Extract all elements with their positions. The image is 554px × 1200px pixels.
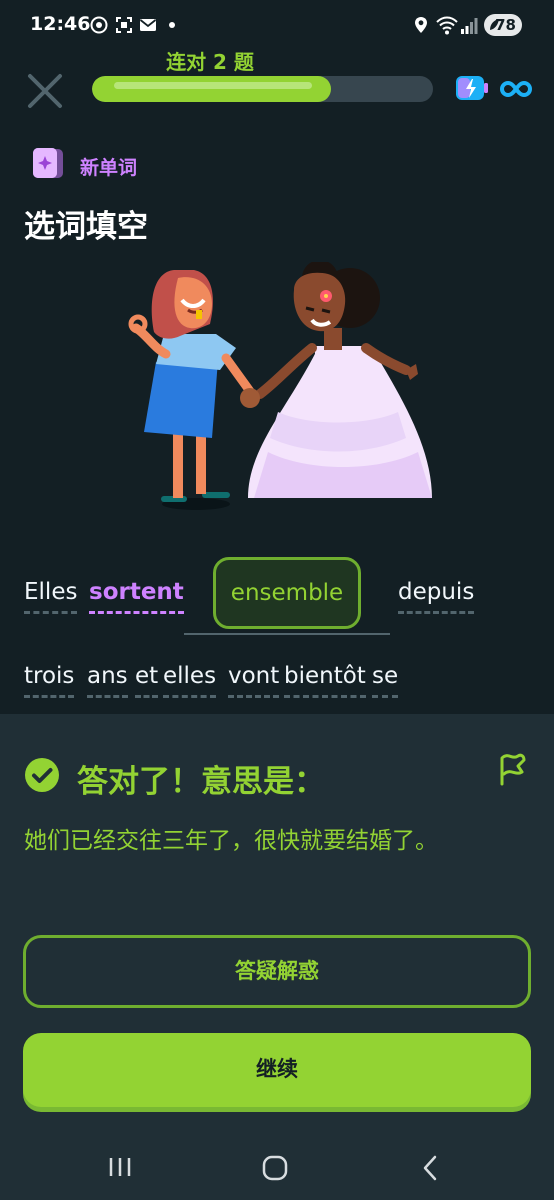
word-text: et: [135, 663, 159, 689]
focus-mode-icon: [90, 16, 108, 34]
word-text: ans: [87, 663, 128, 689]
sentence-word[interactable]: ans: [87, 663, 128, 698]
signal-icon: [461, 18, 478, 34]
battery-saver-icon: [490, 19, 499, 30]
location-icon: [415, 17, 427, 33]
nav-back-icon[interactable]: [420, 1154, 440, 1182]
explain-button[interactable]: 答疑解惑: [23, 935, 531, 1008]
close-icon[interactable]: [26, 72, 64, 110]
sentence-word[interactable]: et: [135, 663, 159, 698]
sentence-word[interactable]: depuis: [398, 579, 475, 614]
progress-shine: [114, 82, 312, 89]
word-text: se: [372, 663, 399, 689]
battery-indicator: 78: [484, 14, 522, 36]
system-nav-bar: [0, 1134, 554, 1200]
sentence-word[interactable]: Elles: [24, 579, 78, 614]
word-text: elles: [163, 663, 217, 689]
sentence-word[interactable]: trois: [24, 663, 75, 698]
status-time: 12:46: [30, 13, 91, 35]
translation-text: 她们已经交往三年了，很快就要结婚了。: [24, 828, 438, 854]
streak-label: 连对 2 题: [166, 50, 254, 74]
status-bar: 12:46 78: [0, 0, 554, 52]
word-text: vont: [228, 663, 280, 689]
report-flag-icon[interactable]: [498, 752, 528, 786]
correct-heading: 答对了！意思是：: [77, 764, 325, 800]
sentence-word[interactable]: bientôt: [284, 663, 366, 698]
sentence-word[interactable]: se: [372, 663, 399, 698]
wifi-icon: [436, 16, 458, 35]
sentence-word[interactable]: elles: [163, 663, 217, 698]
new-word-icon: [33, 148, 63, 178]
word-text: Elles: [24, 579, 78, 605]
check-circle-icon: [25, 758, 59, 792]
sentence-word[interactable]: vont: [228, 663, 280, 698]
exercise-title: 选词填空: [24, 209, 148, 245]
infinity-icon[interactable]: [500, 76, 532, 102]
word-text: bientôt: [284, 663, 366, 689]
word-text: trois: [24, 663, 75, 689]
nav-recents-icon[interactable]: [108, 1156, 132, 1178]
word-text: depuis: [398, 579, 475, 605]
selected-answer-chip[interactable]: ensemble: [213, 557, 361, 629]
screenshot-icon: [116, 17, 132, 33]
progress-fill: [92, 76, 331, 102]
sentence-word-highlighted[interactable]: sortent: [89, 579, 184, 614]
answer-blank-line: [184, 633, 390, 635]
mail-icon: [139, 19, 157, 31]
notification-dot-icon: [169, 22, 175, 28]
lesson-progress-bar: [92, 76, 433, 102]
energy-icon[interactable]: [455, 74, 489, 102]
two-women-illustration: [128, 262, 432, 510]
word-text: sortent: [89, 579, 184, 605]
nav-home-icon[interactable]: [262, 1155, 288, 1181]
new-word-label: 新单词: [80, 157, 138, 179]
continue-button[interactable]: 继续: [23, 1033, 531, 1107]
